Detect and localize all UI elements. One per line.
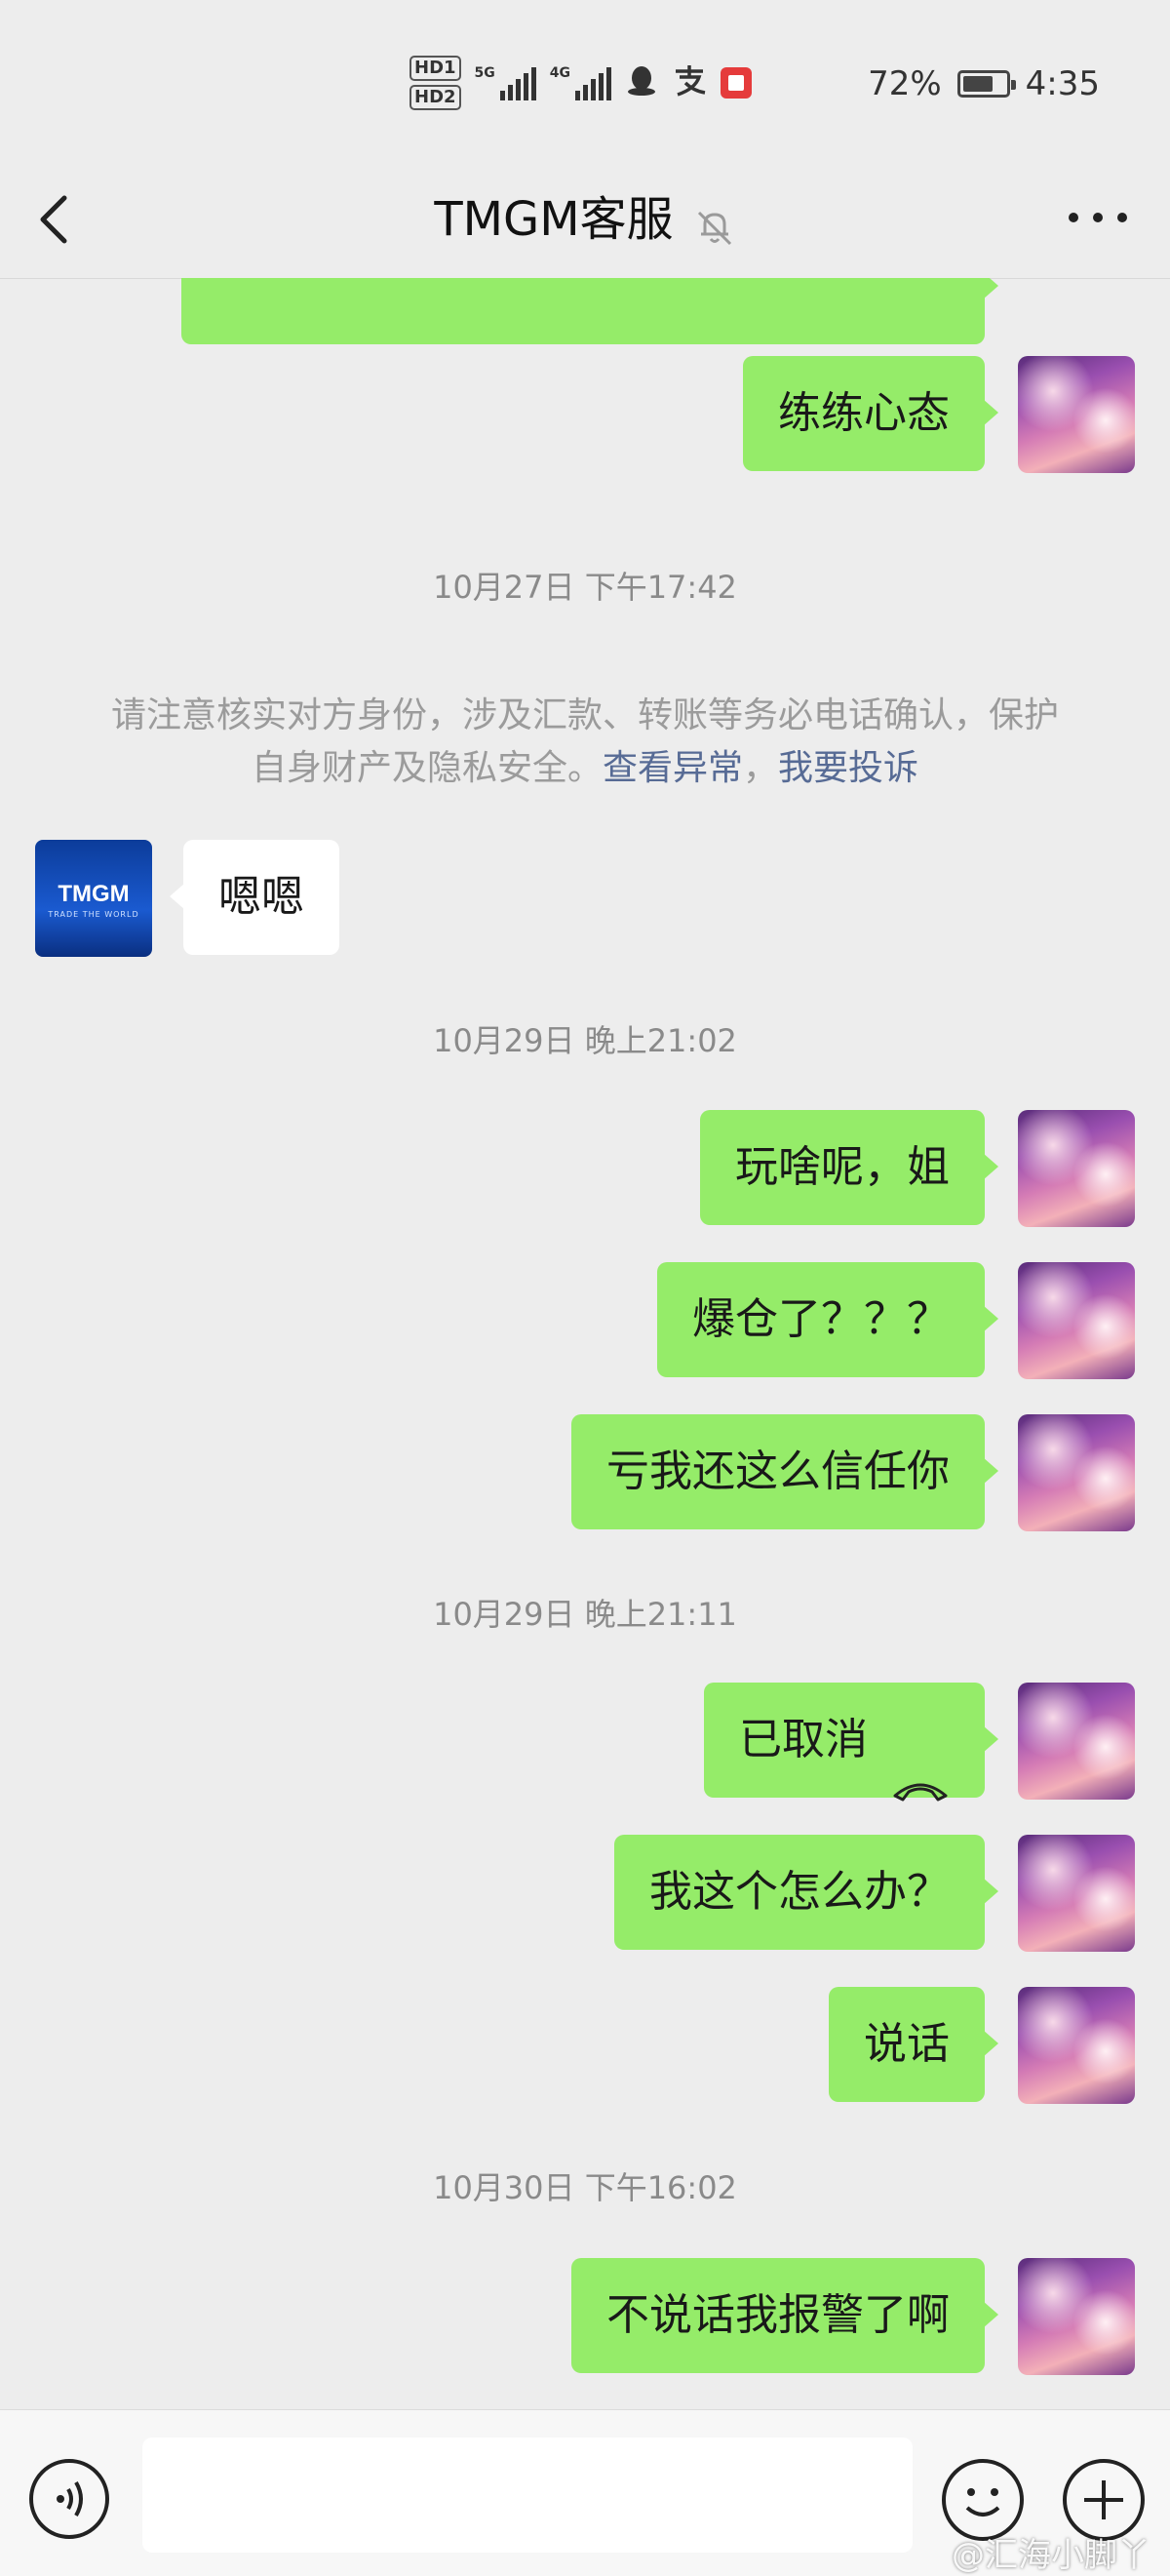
message-bubble[interactable]: 玩啥呢，姐 bbox=[700, 1110, 998, 1225]
signal-4g-icon: 4G bbox=[550, 65, 611, 100]
alipay-icon bbox=[672, 63, 707, 102]
message-input[interactable] bbox=[142, 2437, 913, 2553]
message-bubble[interactable]: 亏我还这么信任你 bbox=[571, 1414, 998, 1529]
safety-notice: 请注意核实对方身份，涉及汇款、转账等务必电话确认，保护自身财产及隐私安全。查看异… bbox=[107, 690, 1063, 795]
my-avatar[interactable] bbox=[1018, 356, 1135, 473]
status-bar: HD1 HD2 5G 4G 72% 4:35 bbox=[0, 0, 1170, 161]
hd1-badge: HD1 bbox=[410, 56, 461, 81]
voice-icon[interactable] bbox=[29, 2459, 109, 2539]
clock: 4:35 bbox=[1025, 64, 1100, 103]
my-avatar[interactable] bbox=[1018, 2258, 1135, 2375]
message-bubble[interactable]: 爆仓了？？？ bbox=[657, 1262, 998, 1377]
signal-5g-icon: 5G bbox=[475, 65, 536, 100]
hangup-icon bbox=[891, 1730, 950, 1802]
my-avatar[interactable] bbox=[1018, 1987, 1135, 2104]
view-abnormal-link[interactable]: 查看异常 bbox=[603, 748, 743, 788]
avatar-logo-subtext: TRADE THE WORLD bbox=[48, 910, 139, 919]
timestamp: 10月30日 下午16:02 bbox=[433, 2169, 737, 2206]
contact-avatar[interactable]: TMGM TRADE THE WORLD bbox=[35, 840, 152, 957]
battery-percent: 72% bbox=[868, 64, 942, 103]
qq-icon bbox=[625, 63, 658, 102]
message-bubble[interactable]: 练练心态 bbox=[743, 356, 998, 471]
timestamp: 10月27日 下午17:42 bbox=[433, 569, 737, 606]
red-app-icon bbox=[721, 67, 752, 99]
my-avatar[interactable] bbox=[1018, 1835, 1135, 1952]
message-bubble[interactable]: 不说话我报警了啊 bbox=[571, 2258, 998, 2373]
chat-title-row: TMGM客服 bbox=[0, 188, 1170, 251]
chat-title: TMGM客服 bbox=[434, 192, 674, 247]
complain-link[interactable]: 我要投诉 bbox=[778, 748, 918, 788]
message-bubble[interactable]: 嗯嗯 bbox=[170, 840, 339, 955]
status-icons: HD1 HD2 5G 4G bbox=[410, 56, 752, 110]
avatar-logo-text: TMGM bbox=[58, 881, 130, 907]
timestamp: 10月29日 晚上21:11 bbox=[433, 1596, 737, 1633]
chat-header: TMGM客服 bbox=[0, 161, 1170, 279]
timestamp: 10月29日 晚上21:02 bbox=[433, 1022, 737, 1059]
my-avatar[interactable] bbox=[1018, 1110, 1135, 1227]
mute-bell-icon bbox=[693, 201, 736, 246]
call-cancelled-bubble[interactable]: 已取消 bbox=[704, 1683, 998, 1802]
my-avatar[interactable] bbox=[1018, 1262, 1135, 1379]
message-bubble[interactable]: 说话 bbox=[829, 1987, 998, 2102]
my-avatar[interactable] bbox=[1018, 1414, 1135, 1531]
battery-fill bbox=[962, 76, 993, 92]
hd2-badge: HD2 bbox=[410, 85, 461, 110]
hd-indicator: HD1 HD2 bbox=[410, 56, 461, 110]
notice-separator: ， bbox=[743, 748, 779, 788]
message-bubble-partial[interactable] bbox=[181, 278, 998, 344]
battery-icon bbox=[956, 70, 1016, 98]
watermark: @汇海小脚丫 bbox=[952, 2536, 1150, 2575]
message-bubble[interactable]: 我这个怎么办？ bbox=[614, 1835, 998, 1950]
more-icon[interactable] bbox=[1069, 198, 1127, 237]
chat-area[interactable]: 练练心态 10月27日 下午17:42 请注意核实对方身份，涉及汇款、转账等务必… bbox=[0, 278, 1170, 2409]
status-right: 72% 4:35 bbox=[868, 64, 1100, 103]
call-status-text: 已取消 bbox=[739, 1715, 868, 1764]
my-avatar[interactable] bbox=[1018, 1683, 1135, 1800]
